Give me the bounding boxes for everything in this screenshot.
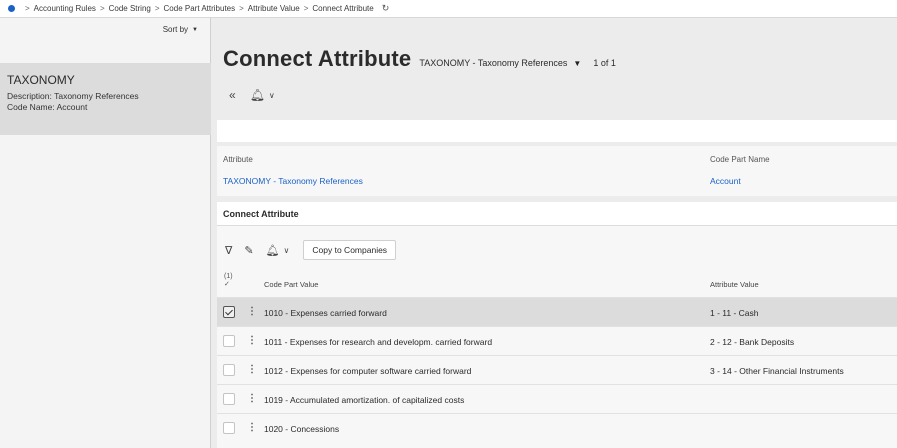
chevron-right-icon: > xyxy=(154,4,160,13)
row-checkbox[interactable] xyxy=(223,306,235,318)
cell-code-part-value: 1020 - Concessions xyxy=(264,424,340,434)
empty-panel xyxy=(217,120,897,142)
cell-attribute-value: 1 - 11 - Cash xyxy=(710,308,759,318)
cell-code-part-value: 1011 - Expenses for research and develop… xyxy=(264,337,493,347)
chevron-right-icon: > xyxy=(239,4,244,13)
copy-to-companies-button[interactable]: Copy to Companies xyxy=(303,240,397,260)
row-checkbox[interactable] xyxy=(223,393,235,405)
context-selector[interactable]: TAXONOMY - Taxonomy References xyxy=(419,58,567,68)
record-card[interactable]: TAXONOMY Description: Taxonomy Reference… xyxy=(0,63,211,135)
caret-down-icon: ▼ xyxy=(192,26,198,33)
row-menu-icon[interactable]: ⋮ xyxy=(247,422,257,433)
attribute-link[interactable]: TAXONOMY - Taxonomy References xyxy=(223,176,363,186)
breadcrumb-item-code-part-attributes[interactable]: Code Part Attributes xyxy=(164,4,236,13)
chevron-down-icon[interactable]: ∨ xyxy=(269,91,275,100)
table-body: ⋮ 1010 - Expenses carried forward 1 - 11… xyxy=(217,297,897,442)
sort-by-label: Sort by xyxy=(162,25,189,34)
connect-attribute-table: ∇ ✎ 🔔︎ ∨ Copy to Companies (1) ✓ Code Pa… xyxy=(217,226,897,448)
table-row[interactable]: ⋮ 1012 - Expenses for computer software … xyxy=(217,355,897,384)
cell-attribute-value: 3 - 14 - Other Financial Instruments xyxy=(710,366,844,376)
attribute-label: Attribute xyxy=(223,155,253,164)
selected-count-label: (1) xyxy=(224,273,233,280)
code-part-name-label: Code Part Name xyxy=(710,155,770,164)
code-part-name-link[interactable]: Account xyxy=(710,176,741,186)
check-icon xyxy=(225,307,233,316)
attribute-info-panel: Attribute TAXONOMY - Taxonomy References… xyxy=(217,146,897,196)
row-menu-icon[interactable]: ⋮ xyxy=(247,393,257,404)
chevron-right-icon: > xyxy=(25,4,30,13)
table-header: (1) ✓ Code Part Value Attribute Value xyxy=(217,270,897,296)
check-icon: ✓ xyxy=(224,281,230,288)
collapse-panel-icon[interactable]: « xyxy=(229,88,236,102)
record-card-description: Description: Taxonomy References xyxy=(7,91,139,101)
edit-icon[interactable]: ✎ xyxy=(244,244,253,257)
table-row[interactable]: ⋮ 1010 - Expenses carried forward 1 - 11… xyxy=(217,297,897,326)
cell-code-part-value: 1012 - Expenses for computer software ca… xyxy=(264,366,472,376)
chevron-right-icon: > xyxy=(303,4,309,13)
table-row[interactable]: ⋮ 1020 - Concessions xyxy=(217,413,897,442)
column-header-attribute-value[interactable]: Attribute Value xyxy=(710,280,759,289)
sort-by-button[interactable]: Sort by ▼ xyxy=(163,25,198,34)
cell-code-part-value: 1010 - Expenses carried forward xyxy=(264,308,387,318)
page-title: Connect Attribute xyxy=(223,46,412,71)
filter-icon[interactable]: ∇ xyxy=(225,244,232,257)
bell-icon[interactable]: 🔔︎ xyxy=(250,88,265,102)
record-card-title: TAXONOMY xyxy=(7,73,75,87)
column-header-code-part-value[interactable]: Code Part Value xyxy=(264,280,318,289)
selection-count[interactable]: (1) ✓ xyxy=(224,273,233,289)
bell-icon[interactable]: 🔔︎ xyxy=(266,244,280,257)
cell-attribute-value: 2 - 12 - Bank Deposits xyxy=(710,337,795,347)
page-header: Connect Attribute TAXONOMY - Taxonomy Re… xyxy=(223,46,616,72)
record-card-code-name: Code Name: Account xyxy=(7,102,88,112)
chevron-down-icon[interactable]: ∨ xyxy=(284,246,290,255)
record-count: 1 of 1 xyxy=(593,58,616,68)
breadcrumb-item-accounting-rules[interactable]: Accounting Rules xyxy=(34,4,96,13)
home-icon[interactable] xyxy=(8,5,15,12)
row-checkbox[interactable] xyxy=(223,422,235,434)
breadcrumb: > Accounting Rules > Code String > Code … xyxy=(0,0,897,18)
table-row[interactable]: ⋮ 1011 - Expenses for research and devel… xyxy=(217,326,897,355)
breadcrumb-item-attribute-value[interactable]: Attribute Value xyxy=(248,4,300,13)
main-content: Connect Attribute TAXONOMY - Taxonomy Re… xyxy=(211,18,897,448)
refresh-icon[interactable]: ↻ xyxy=(382,3,390,14)
row-checkbox[interactable] xyxy=(223,364,235,376)
breadcrumb-item-connect-attribute: Connect Attribute xyxy=(312,4,374,13)
table-toolbar: ∇ ✎ 🔔︎ ∨ Copy to Companies xyxy=(225,240,397,260)
row-menu-icon[interactable]: ⋮ xyxy=(247,335,257,346)
breadcrumb-item-code-string[interactable]: Code String xyxy=(109,4,151,13)
record-list-panel: Sort by ▼ TAXONOMY Description: Taxonomy… xyxy=(0,18,211,448)
row-checkbox[interactable] xyxy=(223,335,235,347)
caret-down-icon[interactable]: ▼ xyxy=(573,59,581,68)
row-menu-icon[interactable]: ⋮ xyxy=(247,306,257,317)
row-menu-icon[interactable]: ⋮ xyxy=(247,364,257,375)
cell-code-part-value: 1019 - Accumulated amortization. of capi… xyxy=(264,395,465,405)
chevron-right-icon: > xyxy=(99,4,105,13)
header-toolbar: « 🔔︎ ∨ xyxy=(229,88,275,102)
section-title: Connect Attribute xyxy=(217,202,897,226)
table-row[interactable]: ⋮ 1019 - Accumulated amortization. of ca… xyxy=(217,384,897,413)
